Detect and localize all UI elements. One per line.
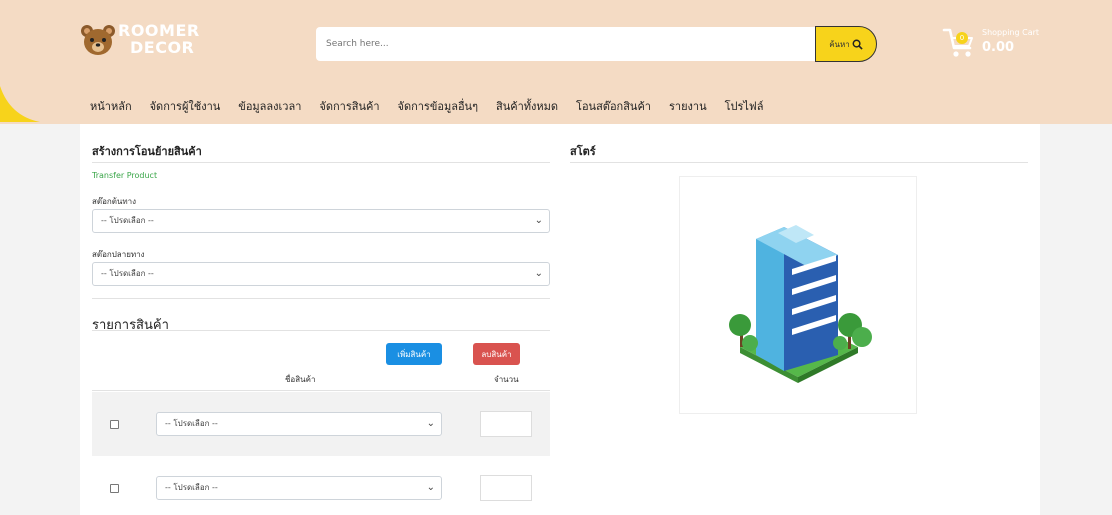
chevron-down-icon: ⌄: [534, 215, 543, 226]
nav-item-profile[interactable]: โปรไฟล์: [725, 97, 764, 115]
product-select-value: -- โปรดเลือก --: [165, 483, 218, 492]
logo-line2: DECOR: [130, 38, 195, 57]
col-quantity: จำนวน: [494, 375, 519, 384]
quantity-input[interactable]: [480, 475, 532, 501]
products-title: รายการสินค้า: [92, 318, 169, 333]
divider: [92, 298, 550, 299]
table-header-divider: [92, 390, 550, 391]
nav-item-users[interactable]: จัดการผู้ใช้งาน: [150, 97, 221, 115]
add-product-button[interactable]: เพิ่มสินค้า: [386, 343, 442, 365]
main-nav: หน้าหลัก จัดการผู้ใช้งาน ข้อมูลลงเวลา จั…: [90, 97, 781, 115]
product-select[interactable]: -- โปรดเลือก -- ⌄: [156, 412, 442, 436]
store-building-image: [679, 176, 917, 414]
content-panel: สร้างการโอนย้ายสินค้า Transfer Product ส…: [80, 124, 1040, 515]
divider: [92, 162, 550, 163]
cart-total: 0.00: [982, 40, 1015, 55]
dest-stock-value: -- โปรดเลือก --: [101, 269, 154, 278]
nav-item-all-products[interactable]: สินค้าทั้งหมด: [496, 97, 558, 115]
product-select-value: -- โปรดเลือก --: [165, 419, 218, 428]
product-select[interactable]: -- โปรดเลือก -- ⌄: [156, 476, 442, 500]
cart-label: Shopping Cart: [982, 28, 1040, 37]
nav-item-other-data[interactable]: จัดการข้อมูลอื่นๆ: [398, 97, 479, 115]
source-stock-label: สต๊อกต้นทาง: [92, 197, 137, 206]
logo-text: ROOMER DECOR: [118, 22, 200, 56]
row-checkbox[interactable]: [110, 484, 119, 493]
dest-stock-label: สต๊อกปลายทาง: [92, 250, 145, 259]
nav-item-products[interactable]: จัดการสินค้า: [319, 97, 379, 115]
divider: [92, 330, 550, 331]
search-input[interactable]: [316, 27, 816, 61]
nav-item-stock-transfer[interactable]: โอนสต๊อกสินค้า: [576, 97, 651, 115]
transfer-subtitle: Transfer Product: [92, 171, 158, 180]
header: ROOMER DECOR ค้นหา 0 Shopping Cart 0.00 …: [0, 0, 1112, 124]
search-box: [316, 27, 816, 61]
search-button[interactable]: ค้นหา: [815, 26, 877, 62]
form-title: สร้างการโอนย้ายสินค้า: [92, 145, 202, 158]
store-title: สโตร์: [570, 145, 596, 158]
corner-decoration: [0, 86, 40, 122]
divider: [570, 162, 1028, 163]
nav-item-timelog[interactable]: ข้อมูลลงเวลา: [238, 97, 301, 115]
cart-count-badge: 0: [956, 32, 968, 44]
search-button-label: ค้นหา: [829, 39, 850, 49]
col-product-name: ชื่อสินค้า: [285, 375, 316, 384]
nav-item-home[interactable]: หน้าหลัก: [90, 97, 132, 115]
logo-line1: ROOMER: [118, 21, 200, 40]
chevron-down-icon: ⌄: [426, 482, 435, 493]
row-checkbox[interactable]: [110, 420, 119, 429]
search-icon: [852, 39, 863, 50]
quantity-input[interactable]: [480, 411, 532, 437]
building-icon: [729, 225, 872, 383]
bear-logo-icon: [81, 25, 115, 55]
source-stock-value: -- โปรดเลือก --: [101, 216, 154, 225]
chevron-down-icon: ⌄: [426, 418, 435, 429]
delete-product-button[interactable]: ลบสินค้า: [473, 343, 520, 365]
nav-item-reports[interactable]: รายงาน: [669, 97, 707, 115]
shopping-cart[interactable]: 0 Shopping Cart 0.00: [942, 26, 1052, 62]
logo[interactable]: ROOMER DECOR: [80, 20, 220, 60]
chevron-down-icon: ⌄: [534, 268, 543, 279]
source-stock-select[interactable]: -- โปรดเลือก -- ⌄: [92, 209, 550, 233]
dest-stock-select[interactable]: -- โปรดเลือก -- ⌄: [92, 262, 550, 286]
